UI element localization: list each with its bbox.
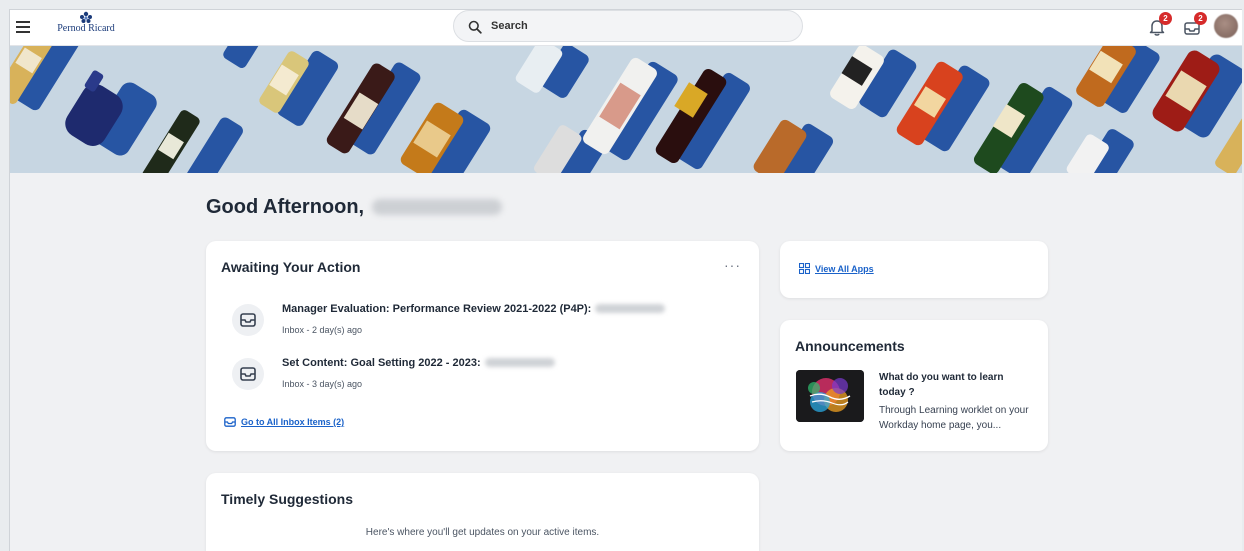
awaiting-action-card: Awaiting Your Action ··· Manager Evaluat… bbox=[206, 241, 759, 451]
apps-card: View All Apps bbox=[780, 241, 1048, 298]
bottles-illustration bbox=[10, 46, 1242, 173]
inbox-item-subtitle: Inbox - 2 day(s) ago bbox=[282, 325, 363, 335]
learning-thumbnail-icon bbox=[796, 370, 864, 422]
card-title: Timely Suggestions bbox=[221, 491, 353, 507]
redacted-user-name bbox=[372, 199, 503, 215]
app-window: Pernod Ricard Search 2 2 Good Afternoon,… bbox=[9, 9, 1242, 551]
inbox-item[interactable]: Set Content: Goal Setting 2022 - 2023: I… bbox=[232, 355, 742, 399]
timely-suggestions-card: Timely Suggestions Here's where you'll g… bbox=[206, 473, 759, 551]
brand-logo[interactable]: Pernod Ricard bbox=[46, 11, 126, 43]
inbox-item-title: Set Content: Goal Setting 2022 - 2023: bbox=[282, 357, 555, 369]
inbox-badge: 2 bbox=[1194, 12, 1207, 25]
inbox-item-subtitle: Inbox - 3 day(s) ago bbox=[282, 379, 363, 389]
view-all-apps-link[interactable]: View All Apps bbox=[798, 262, 874, 275]
announcement-title[interactable]: What do you want to learn today ? bbox=[879, 370, 1029, 400]
hamburger-menu-icon[interactable] bbox=[16, 19, 30, 35]
inbox-item-title: Manager Evaluation: Performance Review 2… bbox=[282, 303, 666, 315]
inbox-tray-icon bbox=[224, 417, 236, 427]
inbox-button[interactable]: 2 bbox=[1181, 12, 1207, 38]
user-avatar[interactable] bbox=[1214, 14, 1238, 38]
notifications-button[interactable]: 2 bbox=[1146, 12, 1172, 38]
notifications-badge: 2 bbox=[1159, 12, 1172, 25]
announcements-card: Announcements What do you want to learn … bbox=[780, 320, 1048, 451]
timely-empty-text: Here's where you'll get updates on your … bbox=[365, 527, 600, 538]
card-title: Announcements bbox=[795, 338, 905, 354]
more-options-icon[interactable]: ··· bbox=[724, 257, 741, 273]
page-greeting: Good Afternoon, bbox=[206, 196, 503, 219]
brand-name: Pernod Ricard bbox=[57, 23, 115, 34]
announcement-image[interactable] bbox=[796, 370, 864, 422]
search-icon bbox=[468, 20, 482, 34]
search-placeholder: Search bbox=[491, 20, 528, 32]
apps-grid-icon bbox=[798, 262, 811, 275]
inbox-item-icon bbox=[232, 304, 264, 336]
inbox-item[interactable]: Manager Evaluation: Performance Review 2… bbox=[232, 301, 742, 345]
go-to-inbox-link[interactable]: Go to All Inbox Items (2) bbox=[224, 417, 344, 427]
redacted-name bbox=[595, 304, 666, 313]
inbox-tray-icon bbox=[240, 313, 256, 327]
hero-banner bbox=[10, 46, 1242, 173]
top-bar: Pernod Ricard Search 2 2 bbox=[10, 10, 1242, 46]
inbox-tray-icon bbox=[240, 367, 256, 381]
inbox-item-icon bbox=[232, 358, 264, 390]
search-input[interactable]: Search bbox=[453, 10, 803, 42]
card-title: Awaiting Your Action bbox=[221, 259, 361, 275]
greeting-text: Good Afternoon, bbox=[206, 196, 365, 218]
announcement-body: Through Learning worklet on your Workday… bbox=[879, 405, 1029, 431]
redacted-name bbox=[484, 358, 555, 367]
